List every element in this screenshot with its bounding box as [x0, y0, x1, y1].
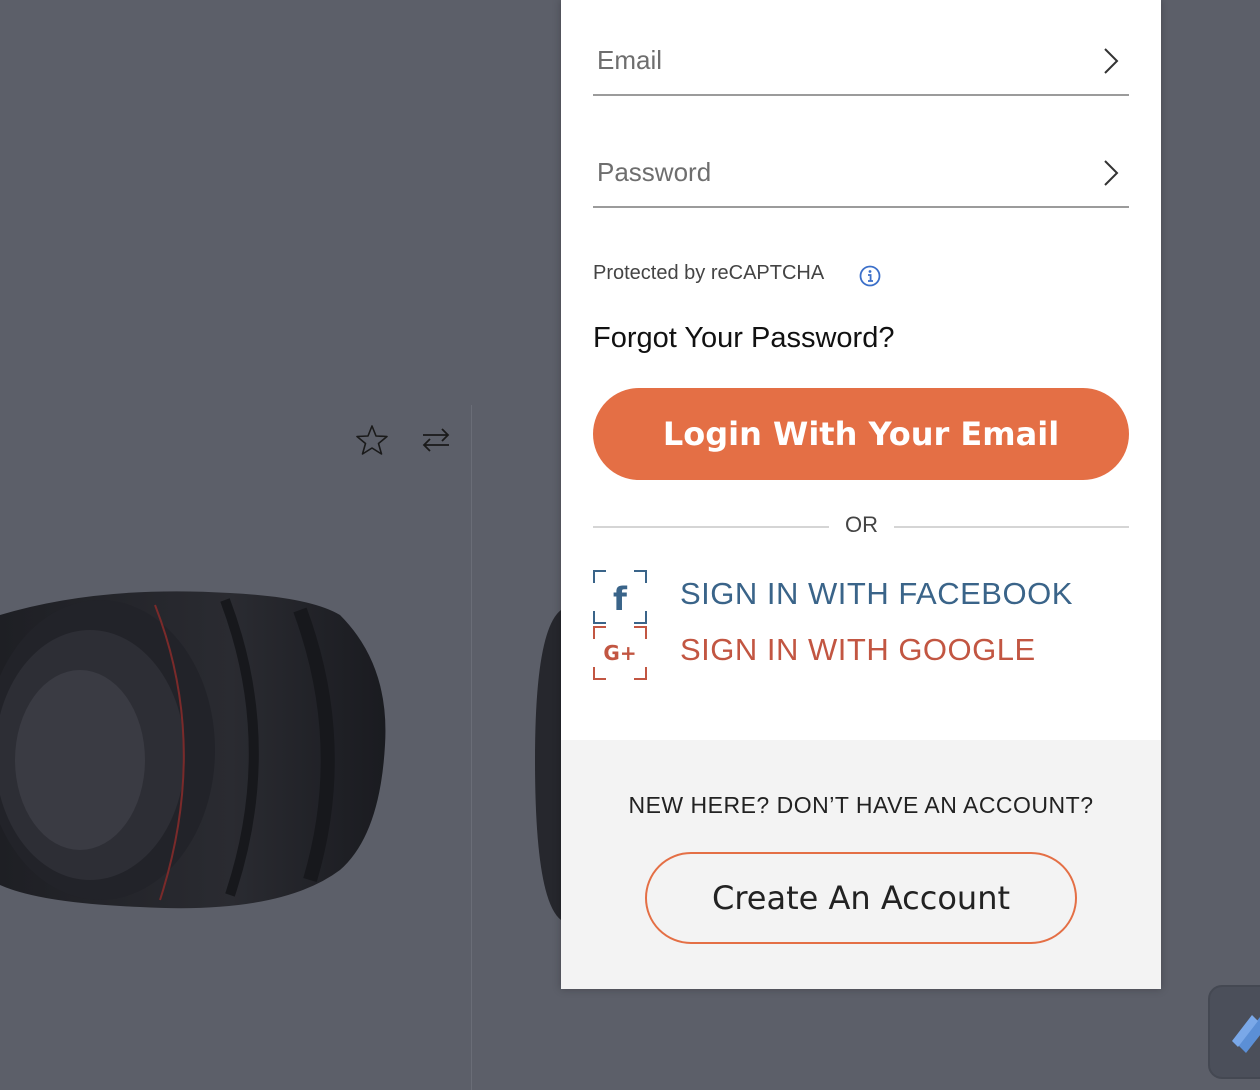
star-icon — [356, 425, 388, 455]
or-separator-text: OR — [845, 512, 878, 537]
login-modal: Protected by reCAPTCHA Forgot Your Passw… — [561, 0, 1161, 989]
google-plus-icon: G+ — [593, 626, 647, 680]
pencil-icon — [1232, 1015, 1260, 1053]
sign-in-with-google-button[interactable]: G+ SIGN IN WITH GOOGLE — [593, 622, 1113, 680]
facebook-icon: f — [593, 570, 647, 624]
google-sign-in-label: SIGN IN WITH GOOGLE — [680, 632, 1036, 667]
chevron-right-icon[interactable] — [1101, 158, 1121, 188]
or-divider-left — [593, 526, 829, 528]
recaptcha-text: Protected by reCAPTCHA — [593, 262, 825, 284]
email-input[interactable] — [597, 40, 1077, 80]
password-field-wrapper — [593, 112, 1129, 208]
svg-text:G+: G+ — [603, 641, 636, 665]
info-icon[interactable] — [858, 264, 882, 288]
facebook-sign-in-label: SIGN IN WITH FACEBOOK — [680, 576, 1073, 611]
new-account-prompt: NEW HERE? DON’T HAVE AN ACCOUNT? — [628, 792, 1094, 818]
chevron-right-icon[interactable] — [1101, 46, 1121, 76]
password-input[interactable] — [597, 152, 1077, 192]
camera-lens-image — [0, 591, 386, 909]
sign-in-with-facebook-button[interactable]: f SIGN IN WITH FACEBOOK — [593, 566, 1113, 624]
background-divider — [471, 405, 472, 1090]
or-divider-right — [894, 526, 1129, 528]
email-field-wrapper — [593, 0, 1129, 96]
svg-text:f: f — [613, 580, 628, 618]
create-account-button[interactable]: Create An Account — [645, 852, 1077, 944]
floating-widget[interactable] — [1208, 985, 1260, 1079]
compare-arrows-icon — [422, 428, 450, 452]
forgot-password-link[interactable]: Forgot Your Password? — [593, 322, 894, 355]
login-with-email-button[interactable]: Login With Your Email — [593, 388, 1129, 480]
signup-section: NEW HERE? DON’T HAVE AN ACCOUNT? Create … — [561, 740, 1161, 989]
